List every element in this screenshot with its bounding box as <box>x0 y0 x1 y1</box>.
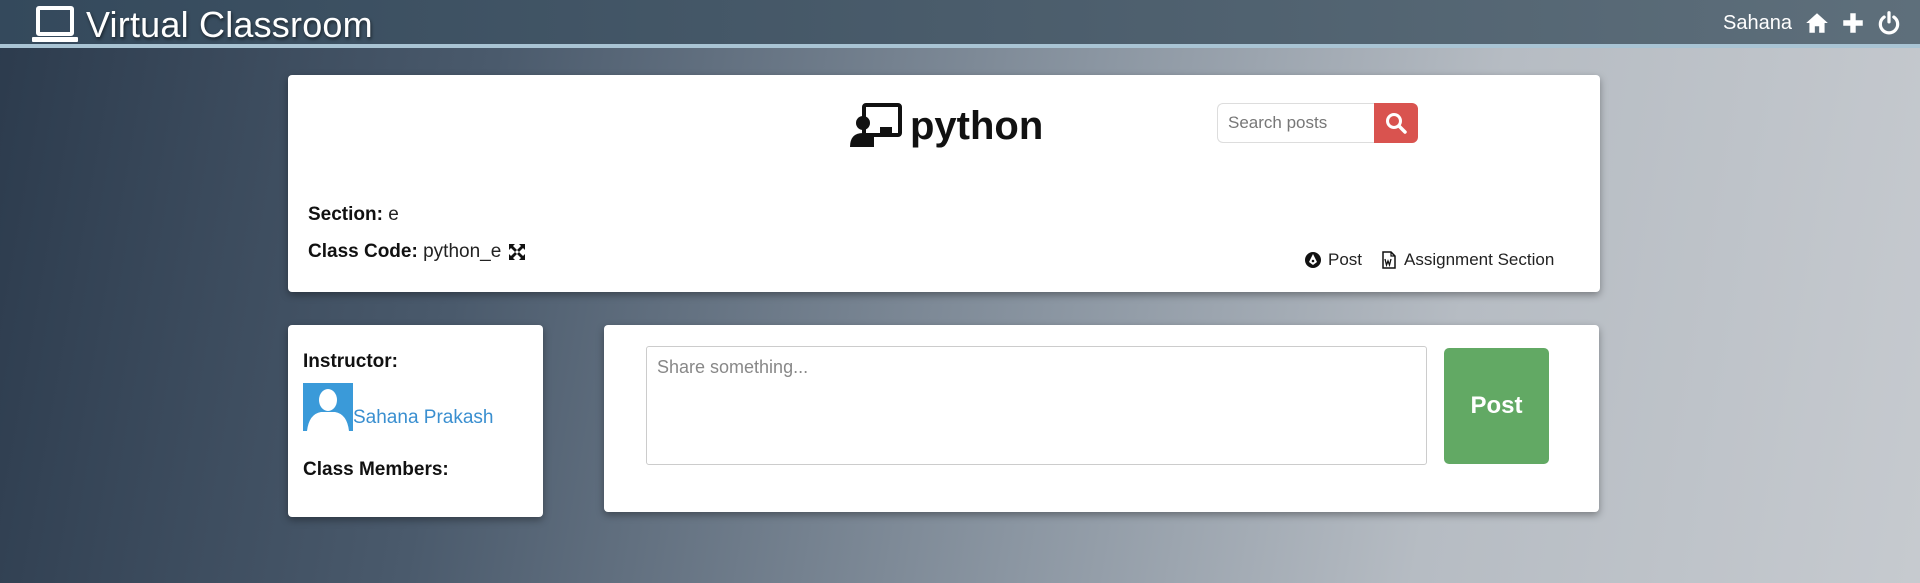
share-input[interactable] <box>646 346 1427 465</box>
section-value: e <box>388 204 399 225</box>
nav-actions: Sahana <box>1723 10 1902 36</box>
post-link-label: Post <box>1328 250 1363 269</box>
post-button[interactable]: Post <box>1444 348 1549 464</box>
search-icon <box>1386 113 1407 134</box>
post-composer-card: Post <box>604 325 1599 512</box>
expand-icon[interactable] <box>507 242 527 262</box>
word-document-icon <box>1382 251 1396 269</box>
class-header-card: python Section: e Class Code: python_e <box>288 75 1600 292</box>
class-code: Class Code: python_e <box>308 241 527 263</box>
class-code-label: Class Code: <box>308 241 418 262</box>
search-input[interactable] <box>1217 103 1374 143</box>
assignment-link-label: Assignment Section <box>1404 250 1555 269</box>
search-button[interactable] <box>1374 103 1418 143</box>
app-title: Virtual Classroom <box>86 4 373 45</box>
class-members-label: Class Members: <box>303 459 449 480</box>
instructor-card: Instructor: Sahana Prakash Class Members… <box>288 325 543 517</box>
instructor-row: Sahana Prakash <box>303 383 494 431</box>
class-title: python <box>850 103 1043 149</box>
class-section: Section: e <box>308 204 399 226</box>
avatar-icon <box>303 383 353 431</box>
pen-nib-icon <box>1305 252 1321 268</box>
class-name: python <box>910 103 1044 148</box>
power-icon[interactable] <box>1876 10 1902 36</box>
home-icon[interactable] <box>1804 10 1830 36</box>
class-code-value: python_e <box>423 241 502 262</box>
search-bar <box>1217 103 1418 143</box>
instructor-name-link[interactable]: Sahana Prakash <box>353 407 494 429</box>
plus-icon[interactable] <box>1840 10 1866 36</box>
top-navbar: Virtual Classroom Sahana <box>0 0 1920 48</box>
chalkboard-teacher-icon <box>850 103 902 147</box>
post-link[interactable]: Post <box>1304 250 1362 270</box>
section-label: Section: <box>308 204 383 225</box>
assignment-section-link[interactable]: Assignment Section <box>1380 250 1554 270</box>
laptop-icon <box>32 6 78 42</box>
brand[interactable]: Virtual Classroom <box>32 4 373 46</box>
class-links: Post Assignment Section <box>1304 250 1554 270</box>
user-name[interactable]: Sahana <box>1723 12 1792 35</box>
instructor-label: Instructor: <box>303 351 398 372</box>
